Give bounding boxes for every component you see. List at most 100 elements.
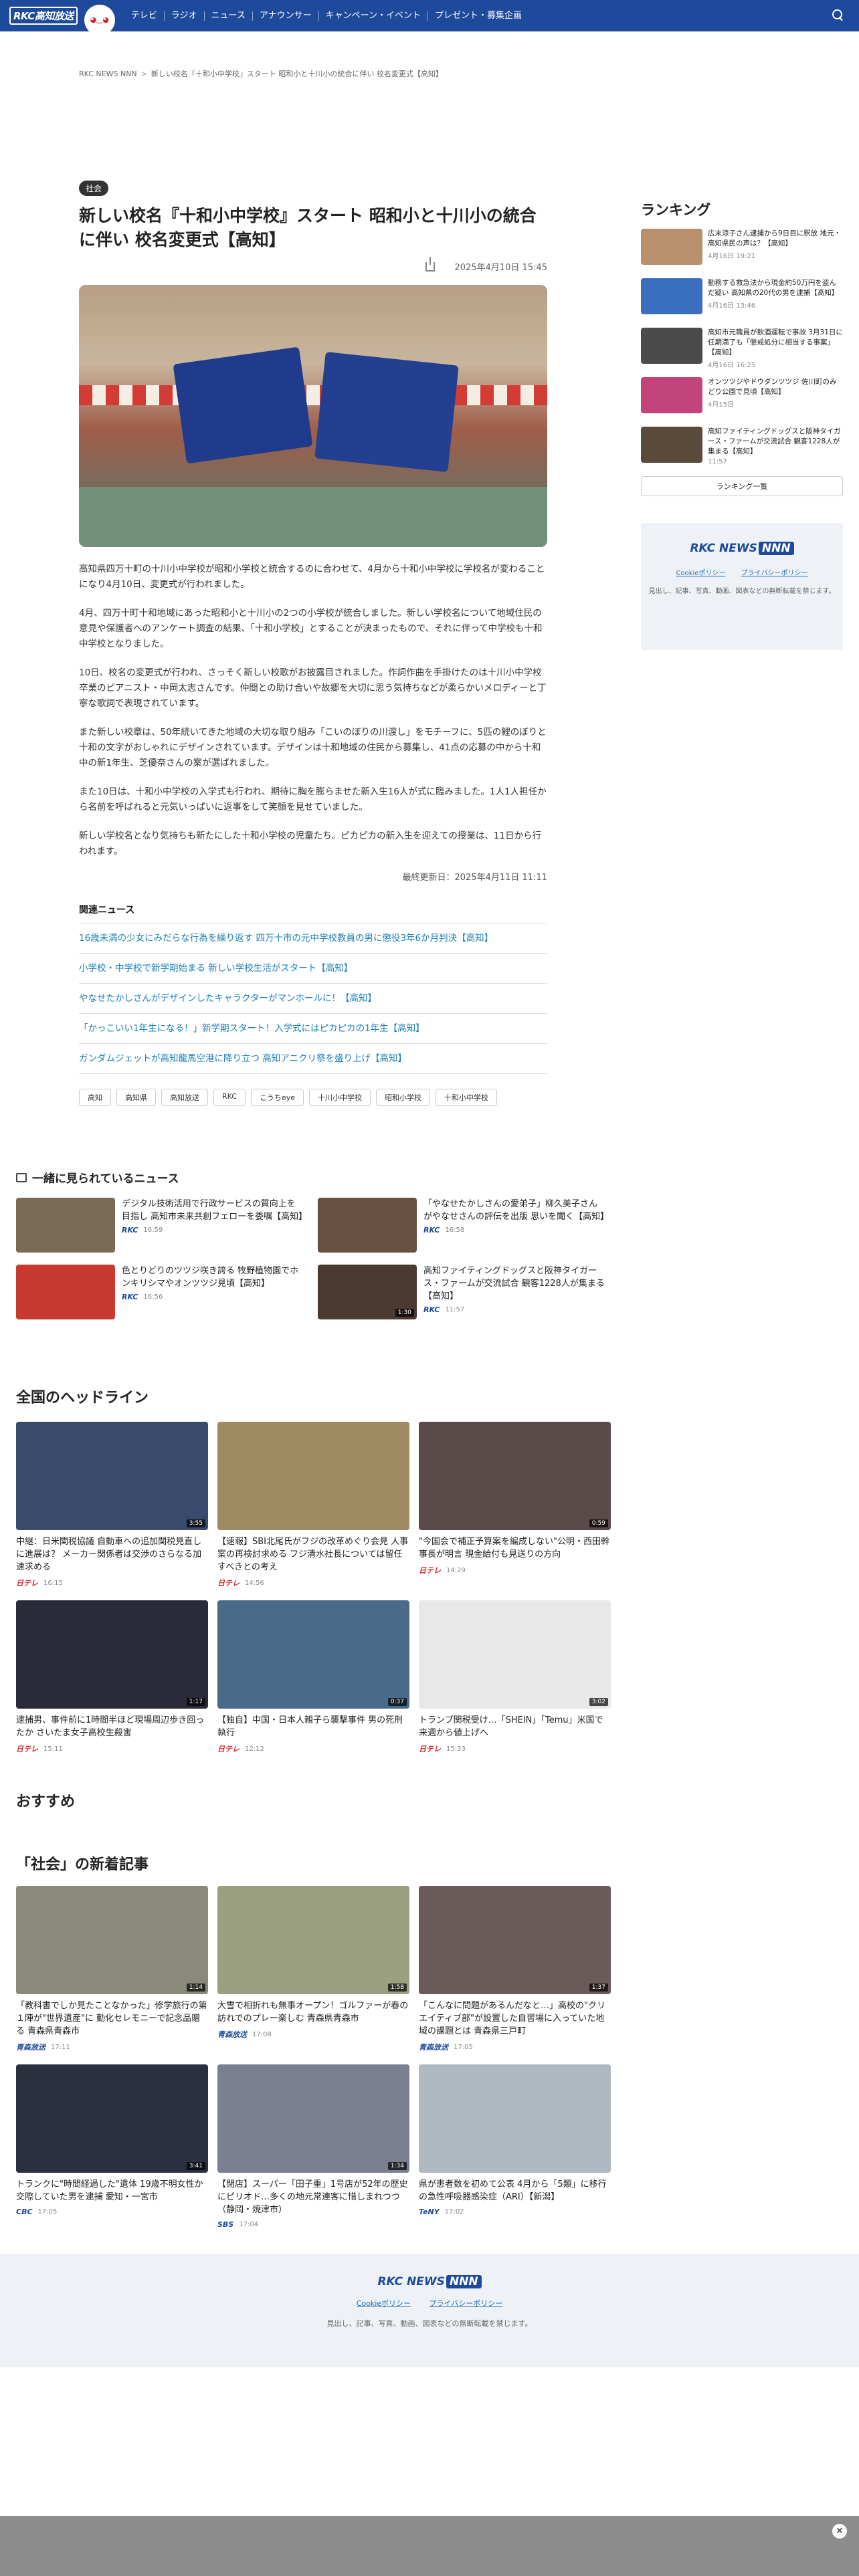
nav-tv[interactable]: テレビ [124,11,165,21]
together-title[interactable]: 高知ファイティングドッグスと阪神タイガース・ファームが交流試合 観客1228人が… [423,1265,605,1303]
related-link[interactable]: やなせたかしさんがデザインしたキャラクターがマンホールに！【高知】 [79,984,547,1014]
together-title[interactable]: 色とりどりのツツジ咲き誇る 牧野植物園でホンキリシマやオンツツジ見頃【高知】 [122,1265,303,1290]
tag[interactable]: 高知放送 [161,1089,208,1106]
news-title[interactable]: 逮捕男、事件前に1時間半ほど現場周辺歩き回ったか さいたま女子高校生殺害 [16,1714,208,1739]
ranking-item[interactable]: 高知ファイティングドッグスと阪神タイガース・ファームが交流試合 観客1228人が… [641,427,843,467]
together-thumbnail[interactable] [16,1265,115,1319]
source-logo: RKC [423,1305,440,1314]
news-card[interactable]: 1:58 大雪で相折れも無事オープン！ゴルファーが春の訪れでのプレー楽しむ 青森県… [217,1886,409,2052]
ranking-title[interactable]: 高知ファイティングドッグスと阪神タイガース・ファームが交流試合 観客1228人が… [708,427,843,457]
site-logo[interactable]: RKC高知放送 [9,7,78,25]
related-link[interactable]: 「かっこいい1年生になる！」新学期スタート！入学式にはピカピカの1年生【高知】 [79,1014,547,1044]
news-thumbnail[interactable]: 1:14 [16,1886,208,1994]
news-thumbnail[interactable]: 1:37 [419,1886,611,1994]
news-thumbnail[interactable]: 0:37 [217,1600,409,1709]
nav-news[interactable]: ニュース [205,11,253,21]
ranking-thumbnail[interactable] [641,427,702,463]
search-icon[interactable] [832,9,844,21]
cookie-policy-link[interactable]: Cookieポリシー [676,570,726,577]
news-title[interactable]: 【閉店】スーパー「田子重」1号店が52年の歴史にピリオド…多くの地元常連客に惜し… [217,2178,409,2216]
news-thumbnail[interactable]: 1:34 [217,2064,409,2173]
news-card[interactable]: 3:41 トランクに"時間経過した"遺体 19歳不明女性か 交際していた男を逮捕 … [16,2064,208,2229]
news-card[interactable]: 1:14 「教科書でしか見たことなかった」修学旅行の第１陣が"世界遺産"に 勤化セ… [16,1886,208,2052]
news-card[interactable]: 3:55 中継：日米関税協議 自動車への追加関税見直しに進展は？ メーカー関係者は… [16,1422,208,1588]
news-card[interactable]: 県が患者数を初めて公表 4月から「5類」に移行の急性呼吸器感染症（ARI）【新潟… [419,2064,611,2229]
together-item[interactable]: 「やなせたかしさんの愛弟子」柳久美子さんがやなせさんの評伝を出版 思いを聞く【高… [318,1198,609,1253]
related-link[interactable]: 16歳未満の少女にみだらな行為を繰り返す 四万十市の元中学校教員の男に懲役3年6… [79,924,547,954]
related-link[interactable]: ガンダムジェットが高知龍馬空港に降り立つ 高知アニクリ祭を盛り上げ【高知】 [79,1044,547,1074]
footer: RKC NEWS NNN Cookieポリシー プライバシーポリシー 見出し、記事… [0,2254,859,2367]
ranking-item[interactable]: オンツツジやドウダンツツジ 佐川町のみどり公園で見頃【高知】 4月15日 [641,377,843,417]
nav-campaign[interactable]: キャンペーン・イベント [319,11,428,21]
nav-present[interactable]: プレゼント・募集企画 [428,11,529,21]
news-title[interactable]: 県が患者数を初めて公表 4月から「5類」に移行の急性呼吸器感染症（ARI）【新潟… [419,2178,611,2204]
news-thumbnail[interactable]: 3:41 [16,2064,208,2173]
nav-announcer[interactable]: アナウンサー [253,11,319,21]
news-title[interactable]: 大雪で相折れも無事オープン！ゴルファーが春の訪れでのプレー楽しむ 青森県青森市 [217,2000,409,2025]
tag[interactable]: 高知県 [116,1089,156,1106]
together-item[interactable]: デジタル技術活用で行政サービスの質向上を目指し 高知市未来共創フェローを委嘱【高… [16,1198,307,1253]
footer-cookie-link[interactable]: Cookieポリシー [357,2299,411,2308]
news-thumbnail[interactable] [419,2064,611,2173]
breadcrumb-home[interactable]: RKC NEWS NNN [79,70,137,78]
ranking-text: 高知市元職員が飲酒運転で事故 3月31日に任期満了も「懲戒処分に相当する事案」【… [708,328,843,369]
news-title[interactable]: "今国会で補正予算案を編成しない"公明・西田幹事長が明言 現金給付も見送りの方向 [419,1535,611,1561]
news-title[interactable]: 「教科書でしか見たことなかった」修学旅行の第１陣が"世界遺産"に 勤化セレモニー… [16,2000,208,2038]
tag[interactable]: こうちeye [250,1089,304,1106]
news-title[interactable]: 【独自】中国・日本人親子ら襲撃事件 男の死刑執行 [217,1714,409,1739]
news-thumbnail[interactable]: 0:59 [419,1422,611,1530]
ranking-title[interactable]: オンツツジやドウダンツツジ 佐川町のみどり公園で見頃【高知】 [708,377,843,397]
related-link[interactable]: 小学校・中学校で新学期始まる 新しい学校生活がスタート【高知】 [79,954,547,984]
ranking-thumbnail[interactable] [641,278,702,314]
close-icon[interactable]: ✕ [832,2524,847,2539]
category-badge[interactable]: 社会 [79,181,109,196]
ranking-thumbnail[interactable] [641,328,702,364]
together-thumbnail[interactable]: 1:30 [318,1265,417,1319]
ranking-title[interactable]: 広末涼子さん逮捕から9日目に釈放 地元・高知県民の声は？【高知】 [708,229,843,249]
footer-privacy-link[interactable]: プライバシーポリシー [430,2299,503,2308]
ranking-text: オンツツジやドウダンツツジ 佐川町のみどり公園で見頃【高知】 4月15日 [708,377,843,417]
together-title[interactable]: デジタル技術活用で行政サービスの質向上を目指し 高知市未来共創フェローを委嘱【高… [122,1198,307,1223]
news-thumbnail[interactable] [217,1422,409,1530]
news-card[interactable]: 0:37 【独自】中国・日本人親子ら襲撃事件 男の死刑執行 日テレ 12:12 [217,1600,409,1754]
ranking-all-button[interactable]: ランキング一覧 [641,476,843,496]
news-card[interactable]: 1:37 「こんなに問題があるんだなと…」高校の"クリエイティブ部"が設置した自習… [419,1886,611,2052]
news-thumbnail[interactable]: 1:17 [16,1600,208,1709]
news-thumbnail[interactable]: 3:55 [16,1422,208,1530]
tag[interactable]: 十和小中学校 [435,1089,497,1106]
news-meta: 青森放送 17:08 [217,2029,409,2040]
news-card[interactable]: 1:34 【閉店】スーパー「田子重」1号店が52年の歴史にピリオド…多くの地元常連… [217,2064,409,2229]
news-card[interactable]: 0:59 "今国会で補正予算案を編成しない"公明・西田幹事長が明言 現金給付も見送… [419,1422,611,1588]
share-icon[interactable] [425,256,435,272]
news-title[interactable]: 「こんなに問題があるんだなと…」高校の"クリエイティブ部"が設置した自習場に入っ… [419,2000,611,2038]
news-thumbnail[interactable]: 3:02 [419,1600,611,1709]
news-title[interactable]: トランクに"時間経過した"遺体 19歳不明女性か 交際していた男を逮捕 愛知・一… [16,2178,208,2204]
together-item[interactable]: 色とりどりのツツジ咲き誇る 牧野植物園でホンキリシマやオンツツジ見頃【高知】 RK… [16,1265,303,1319]
tag[interactable]: RKC [213,1089,246,1106]
ranking-item[interactable]: 広末涼子さん逮捕から9日目に釈放 地元・高知県民の声は？【高知】 4月16日 19… [641,229,843,269]
ranking-thumbnail[interactable] [641,229,702,265]
news-thumbnail[interactable]: 1:58 [217,1886,409,1994]
ad-banner[interactable]: ✕ [0,2516,859,2576]
news-card[interactable]: 3:02 トランプ関税受け…「SHEIN」「Temu」米国で来週から値上げへ 日テレ… [419,1600,611,1754]
together-title[interactable]: 「やなせたかしさんの愛弟子」柳久美子さんがやなせさんの評伝を出版 思いを聞く【高… [423,1198,609,1223]
news-card[interactable]: 【速報】SBI北尾氏がフジの改革めぐり会見 人事案の再検討求める フジ清水社長に… [217,1422,409,1588]
together-thumbnail[interactable] [318,1198,417,1253]
tag[interactable]: 昭和小学校 [375,1089,430,1106]
privacy-policy-link[interactable]: プライバシーポリシー [741,570,808,577]
nav-radio[interactable]: ラジオ [165,11,205,21]
tag[interactable]: 高知 [79,1089,111,1106]
ranking-title[interactable]: 勤務する救急法から現金約50万円を盗んだ疑い 高知県の20代の男を逮捕【高知】 [708,278,843,298]
source-logo: 日テレ [419,1566,441,1575]
tag[interactable]: 十川小中学校 [308,1089,371,1106]
ranking-thumbnail[interactable] [641,377,702,413]
news-title[interactable]: トランプ関税受け…「SHEIN」「Temu」米国で来週から値上げへ [419,1714,611,1739]
news-card[interactable]: 1:17 逮捕男、事件前に1時間半ほど現場周辺歩き回ったか さいたま女子高校生殺害… [16,1600,208,1754]
news-title[interactable]: 【速報】SBI北尾氏がフジの改革めぐり会見 人事案の再検討求める フジ清水社長に… [217,1535,409,1574]
ranking-item[interactable]: 勤務する救急法から現金約50万円を盗んだ疑い 高知県の20代の男を逮捕【高知】 4… [641,278,843,318]
together-thumbnail[interactable] [16,1198,115,1253]
ranking-item[interactable]: 高知市元職員が飲酒運転で事故 3月31日に任期満了も「懲戒処分に相当する事案」【… [641,328,843,369]
ranking-title[interactable]: 高知市元職員が飲酒運転で事故 3月31日に任期満了も「懲戒処分に相当する事案」【… [708,328,843,358]
news-title[interactable]: 中継：日米関税協議 自動車への追加関税見直しに進展は？ メーカー関係者は交渉のさ… [16,1535,208,1574]
together-item[interactable]: 1:30 高知ファイティングドッグスと阪神タイガース・ファームが交流試合 観客12… [318,1265,605,1319]
